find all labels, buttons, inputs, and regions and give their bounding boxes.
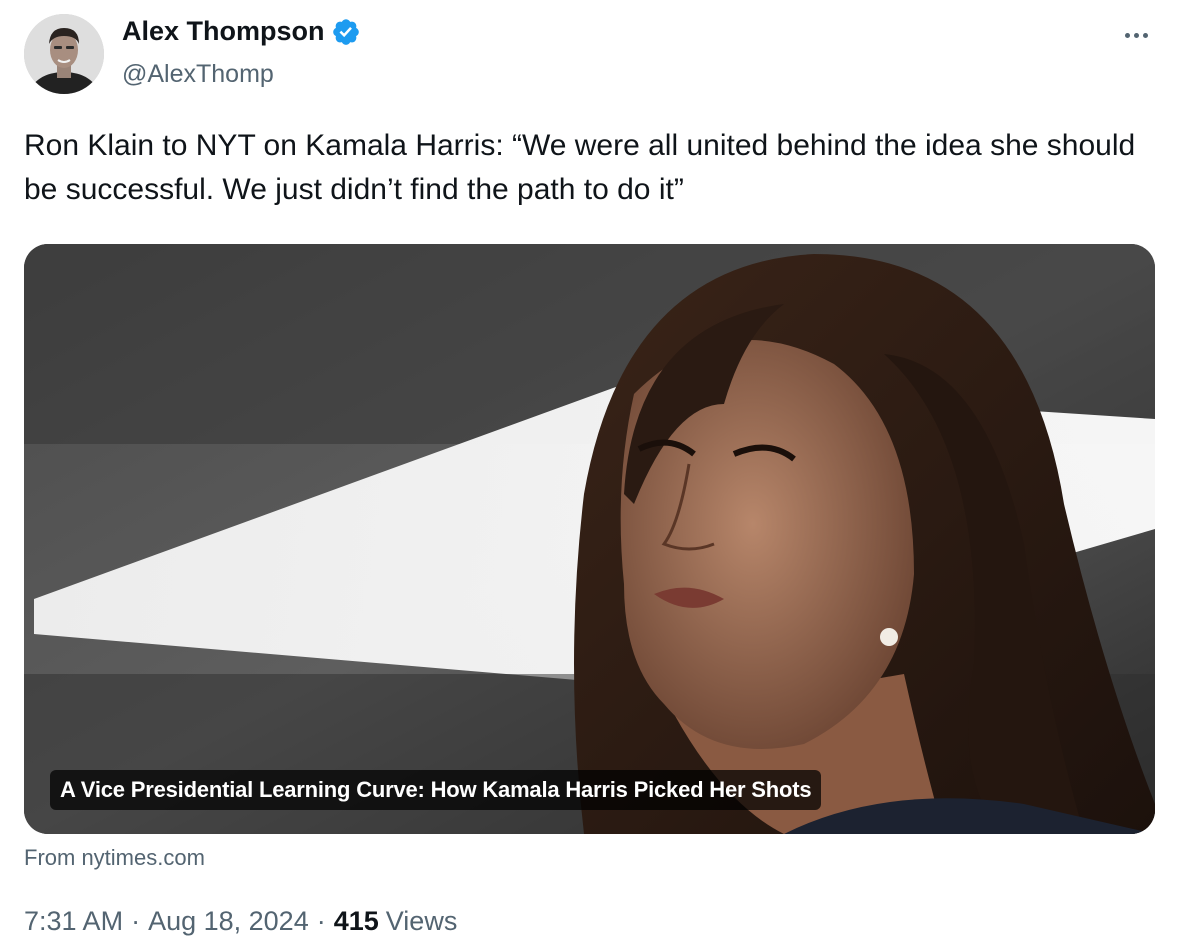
tweet-date[interactable]: Aug 18, 2024 bbox=[148, 906, 309, 937]
views-label: Views bbox=[385, 906, 458, 936]
more-horizontal-icon bbox=[1124, 32, 1130, 38]
tweet-text: Ron Klain to NYT on Kamala Harris: “We w… bbox=[24, 129, 1136, 206]
tweet-meta: 7:31 AM · Aug 18, 2024 · 415 Views bbox=[24, 906, 457, 937]
card-source[interactable]: From nytimes.com bbox=[24, 845, 205, 871]
card-title: A Vice Presidential Learning Curve: How … bbox=[50, 770, 822, 810]
tweet-time[interactable]: 7:31 AM bbox=[24, 906, 123, 937]
author-display-name[interactable]: Alex Thompson bbox=[122, 16, 325, 47]
author-handle[interactable]: @AlexThomp bbox=[122, 60, 274, 89]
more-horizontal-icon bbox=[1142, 32, 1148, 38]
avatar[interactable] bbox=[24, 14, 104, 94]
avatar-photo bbox=[24, 14, 104, 94]
meta-separator: · bbox=[316, 906, 326, 936]
meta-separator: · bbox=[131, 906, 141, 936]
more-horizontal-icon bbox=[1133, 32, 1139, 38]
card-image bbox=[24, 244, 1155, 834]
more-options-button[interactable] bbox=[1116, 20, 1156, 50]
link-card[interactable]: A Vice Presidential Learning Curve: How … bbox=[24, 244, 1155, 834]
author-name-row: Alex Thompson bbox=[122, 16, 361, 47]
verified-badge-icon[interactable] bbox=[331, 17, 361, 47]
views-count[interactable]: 415 bbox=[334, 906, 379, 937]
